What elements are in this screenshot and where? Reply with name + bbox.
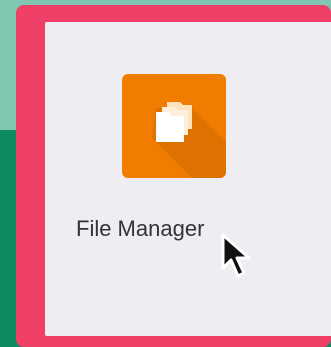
- file-manager-app-tile[interactable]: File Manager: [45, 22, 331, 336]
- folder-stack-icon[interactable]: [122, 74, 226, 178]
- selection-highlight-frame: File Manager: [16, 5, 331, 347]
- app-label[interactable]: File Manager: [76, 211, 286, 247]
- mouse-pointer-icon: [221, 233, 251, 278]
